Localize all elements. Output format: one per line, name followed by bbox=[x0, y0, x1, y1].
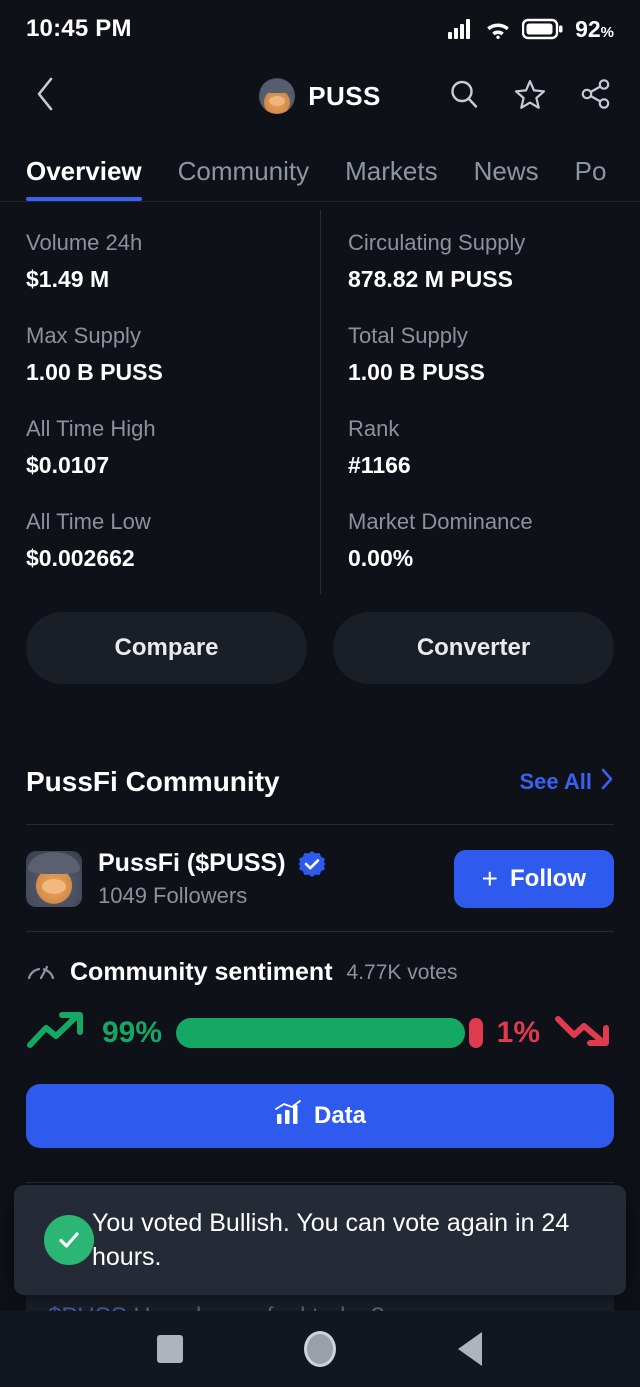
data-button-label: Data bbox=[313, 1102, 367, 1129]
stat-value: 1.00 B PUSS bbox=[348, 359, 485, 385]
followers-count: 1049 Followers bbox=[98, 883, 248, 908]
stat-value: $0.0107 bbox=[26, 452, 110, 478]
tab-overview[interactable]: Overview bbox=[26, 156, 142, 201]
stat-label: Circulating Supply bbox=[348, 230, 526, 255]
toast-notification: You voted Bullish. You can vote again in… bbox=[14, 1185, 626, 1295]
recents-square-icon bbox=[157, 1335, 183, 1363]
tab-bar[interactable]: Overview Community Markets News Po bbox=[0, 134, 640, 202]
chevron-left-icon bbox=[35, 77, 55, 116]
stat-circulating-supply: Circulating Supply 878.82 M PUSS bbox=[320, 230, 614, 323]
star-icon bbox=[514, 78, 546, 115]
stat-label: Market Dominance bbox=[348, 509, 533, 534]
converter-button[interactable]: Converter bbox=[333, 612, 614, 684]
community-sentiment-header: Community sentiment 4.77K votes bbox=[26, 958, 614, 987]
trend-up-icon bbox=[26, 1009, 88, 1056]
bearish-percent: 1% bbox=[496, 1015, 540, 1049]
divider bbox=[26, 931, 614, 932]
data-button[interactable]: Data bbox=[26, 1084, 614, 1148]
status-indicators: 92% bbox=[448, 16, 614, 43]
stat-all-time-high: All Time High $0.0107 bbox=[26, 416, 320, 509]
verified-badge-icon bbox=[297, 850, 326, 878]
stat-value: 1.00 B PUSS bbox=[26, 359, 163, 385]
home-circle-icon bbox=[304, 1331, 336, 1367]
app-bar: PUSS bbox=[0, 58, 640, 134]
community-sentiment-votes: 4.77K votes bbox=[346, 960, 458, 984]
plus-icon: + bbox=[481, 863, 499, 894]
quick-actions-row: Compare Converter bbox=[0, 606, 640, 684]
speedometer-icon bbox=[26, 958, 56, 987]
community-section-title: PussFi Community bbox=[26, 766, 280, 797]
sentiment-bar-bearish bbox=[468, 1017, 483, 1048]
page-title: PUSS bbox=[308, 80, 381, 111]
stat-all-time-low: All Time Low $0.002662 bbox=[26, 509, 320, 602]
battery-percent: 92% bbox=[575, 15, 614, 42]
check-circle-icon bbox=[44, 1215, 94, 1265]
see-all-link[interactable]: See All bbox=[519, 768, 614, 796]
app-screen: 10:45 PM 92% PUSS Overview Community Mar… bbox=[0, 0, 640, 1387]
sentiment-bar-bullish bbox=[176, 1017, 465, 1048]
statistics-grid: Volume 24h $1.49 M Circulating Supply 87… bbox=[0, 202, 640, 606]
profile-meta: PussFi ($PUSS) 1049 Followers bbox=[98, 849, 326, 909]
stat-rank: Rank #1166 bbox=[320, 416, 614, 509]
favorite-button[interactable] bbox=[512, 78, 548, 114]
stat-label: Volume 24h bbox=[26, 230, 143, 255]
profile-name-row: PussFi ($PUSS) bbox=[98, 849, 326, 878]
sentiment-bar-row: 99% 1% bbox=[26, 1009, 614, 1056]
tab-markets[interactable]: Markets bbox=[345, 156, 437, 201]
back-button[interactable] bbox=[26, 77, 64, 115]
back-triangle-icon bbox=[458, 1332, 482, 1366]
share-icon bbox=[580, 78, 612, 115]
stat-label: Rank bbox=[348, 416, 400, 441]
recents-button[interactable] bbox=[95, 1335, 245, 1363]
stat-label: Max Supply bbox=[26, 323, 141, 348]
stat-total-supply: Total Supply 1.00 B PUSS bbox=[320, 323, 614, 416]
stat-volume-24h: Volume 24h $1.49 M bbox=[26, 230, 320, 323]
share-button[interactable] bbox=[578, 78, 614, 114]
chevron-right-icon bbox=[600, 768, 614, 796]
trend-down-icon bbox=[554, 1009, 614, 1056]
stat-value: #1166 bbox=[348, 452, 411, 478]
stat-value: $0.002662 bbox=[26, 545, 135, 571]
puss-coin-logo-icon bbox=[259, 78, 296, 114]
stat-market-dominance: Market Dominance 0.00% bbox=[320, 509, 614, 602]
avatar bbox=[26, 851, 82, 907]
status-time: 10:45 PM bbox=[26, 15, 132, 42]
back-button-system[interactable] bbox=[395, 1332, 545, 1366]
bar-chart-icon bbox=[274, 1099, 302, 1133]
community-sentiment-title: Community sentiment bbox=[70, 958, 333, 986]
stat-value: 878.82 M PUSS bbox=[348, 266, 513, 292]
system-navigation-bar bbox=[0, 1311, 640, 1387]
status-bar: 10:45 PM 92% bbox=[0, 0, 640, 58]
cellular-signal-icon bbox=[448, 19, 474, 39]
stat-label: All Time High bbox=[26, 416, 156, 441]
sentiment-bar bbox=[176, 1017, 483, 1048]
follow-button[interactable]: + Follow bbox=[453, 850, 614, 908]
community-section-header: PussFi Community See All bbox=[26, 766, 614, 798]
bullish-percent: 99% bbox=[102, 1015, 163, 1049]
app-bar-actions bbox=[446, 78, 614, 114]
wifi-icon bbox=[485, 19, 511, 39]
see-all-label: See All bbox=[519, 769, 592, 794]
search-button[interactable] bbox=[446, 78, 482, 114]
toast-message: You voted Bullish. You can vote again in… bbox=[92, 1208, 570, 1272]
follow-label: Follow bbox=[510, 865, 586, 892]
profile-name: PussFi ($PUSS) bbox=[98, 849, 286, 877]
tab-portfolio[interactable]: Po bbox=[575, 156, 607, 201]
stat-max-supply: Max Supply 1.00 B PUSS bbox=[26, 323, 320, 416]
search-icon bbox=[448, 78, 480, 115]
battery-icon bbox=[522, 18, 564, 40]
stat-label: All Time Low bbox=[26, 509, 151, 534]
tab-community[interactable]: Community bbox=[178, 156, 309, 201]
compare-button[interactable]: Compare bbox=[26, 612, 307, 684]
stat-value: 0.00% bbox=[348, 545, 414, 571]
stat-label: Total Supply bbox=[348, 323, 468, 348]
home-button[interactable] bbox=[245, 1331, 395, 1367]
stat-value: $1.49 M bbox=[26, 266, 110, 292]
tab-news[interactable]: News bbox=[474, 156, 539, 201]
community-profile-row[interactable]: PussFi ($PUSS) 1049 Followers + Follow bbox=[26, 825, 614, 931]
